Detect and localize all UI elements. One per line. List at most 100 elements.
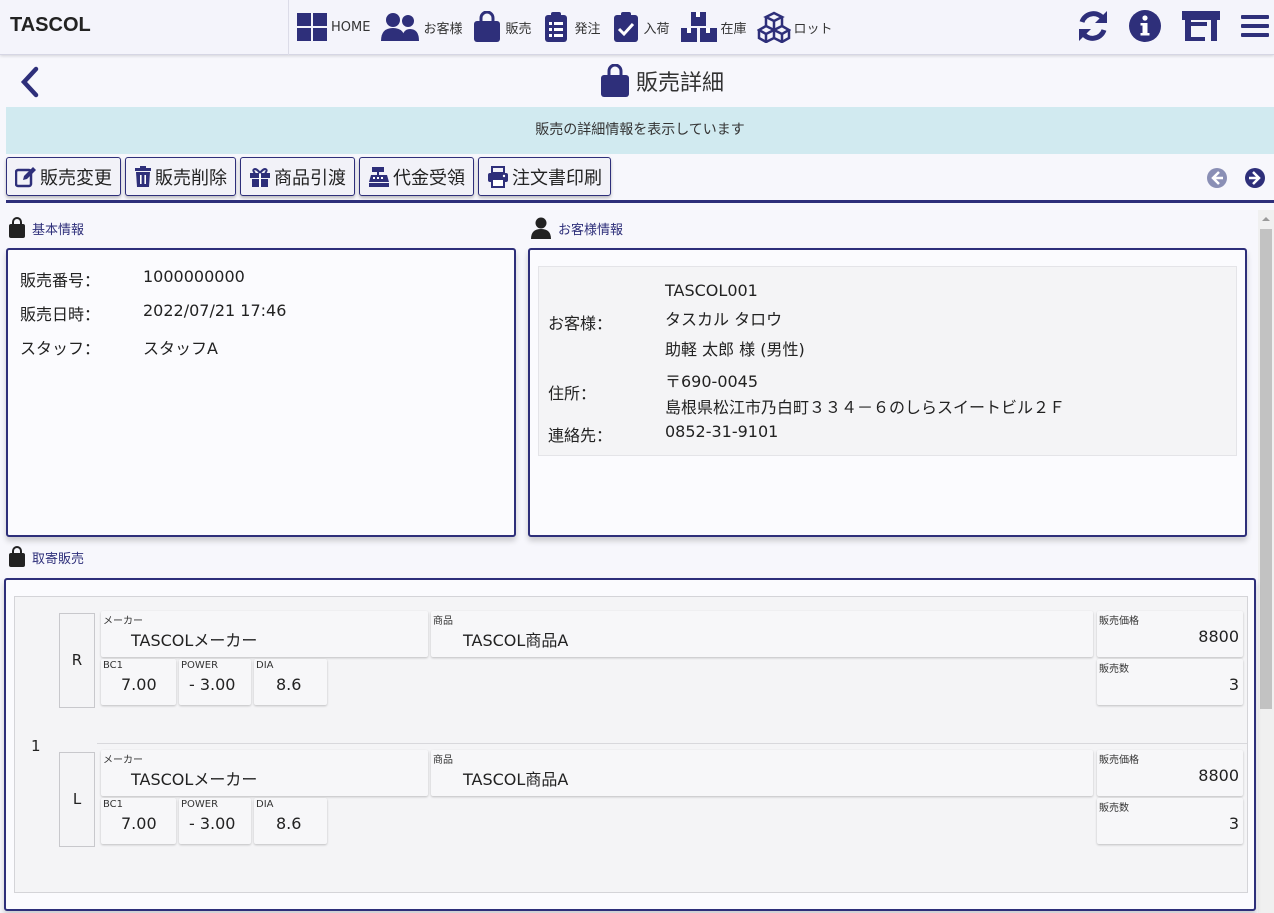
- staff-value: スタッフA: [143, 339, 218, 358]
- nav-customers[interactable]: お客様: [380, 12, 462, 42]
- basic-info-label: 基本情報: [32, 222, 85, 238]
- nav-label: 在庫: [720, 21, 747, 37]
- address-key: 住所：: [548, 384, 597, 403]
- nav-lots[interactable]: ロット: [756, 11, 833, 43]
- cash-register-icon: [369, 166, 389, 187]
- shopping-bag-icon: [9, 546, 25, 567]
- qty-value: 3: [1228, 675, 1239, 694]
- qty-label: 販売数: [1099, 803, 1129, 814]
- nav-sales[interactable]: 販売: [472, 11, 531, 43]
- main-nav: HOME お客様 販売 発注 入荷 在庫 ロット: [296, 10, 843, 44]
- price-value: 8800: [1198, 627, 1239, 646]
- maker-label: メーカー: [103, 755, 143, 766]
- power-field-left: POWER - 3.00: [179, 798, 251, 844]
- bc-value: 7.00: [121, 814, 157, 833]
- cubes-icon: [756, 11, 791, 43]
- nav-stock[interactable]: 在庫: [680, 11, 747, 43]
- price-label: 販売価格: [1099, 755, 1139, 766]
- nav-label: お客様: [423, 21, 463, 37]
- product-label: 商品: [433, 616, 453, 627]
- power-label: POWER: [181, 799, 219, 810]
- power-label: POWER: [181, 660, 219, 671]
- price-field-left: 販売価格 8800: [1097, 750, 1243, 796]
- payment-button[interactable]: 代金受領: [359, 157, 474, 196]
- customer-info-label: お客様情報: [558, 222, 624, 238]
- basic-info-heading: 基本情報: [8, 217, 84, 239]
- maker-value: TASCOLメーカー: [131, 631, 258, 650]
- side-right: R: [59, 613, 95, 708]
- store-button[interactable]: [1180, 8, 1222, 44]
- dia-field-right: DIA 8.6: [254, 659, 327, 705]
- payment-label: 代金受領: [393, 167, 465, 189]
- brand-divider: [288, 0, 289, 55]
- product-value: TASCOL商品A: [463, 770, 569, 789]
- shopping-bag-icon: [601, 64, 629, 97]
- customer-info-card: お客様： TASCOL001 タスカル タロウ 助軽 太郎 様 (男性) 住所：…: [528, 248, 1247, 537]
- record-pager: [1190, 167, 1266, 189]
- shopping-bag-icon: [474, 11, 501, 42]
- edit-icon: [15, 166, 36, 187]
- nav-label: ロット: [793, 21, 833, 37]
- nav-home[interactable]: HOME: [296, 12, 370, 42]
- trade-heading: 取寄販売: [8, 546, 84, 568]
- arrow-right-circle-icon: [1245, 168, 1265, 188]
- handover-button[interactable]: 商品引渡: [240, 157, 355, 196]
- scrollbar-thumb[interactable]: [1260, 229, 1272, 709]
- users-icon: [381, 13, 420, 41]
- page-title: 販売詳細: [600, 64, 724, 98]
- staff-key: スタッフ：: [20, 339, 101, 358]
- info-icon: [1129, 10, 1161, 42]
- page-title-text: 販売詳細: [636, 71, 725, 96]
- postal-code: 〒690-0045: [665, 372, 759, 391]
- menu-button[interactable]: [1240, 8, 1270, 44]
- action-toolbar: 販売変更 販売削除 商品引渡 代金受領 注文書印刷: [6, 157, 615, 196]
- bc-label: BC1: [103, 799, 124, 810]
- bc-value: 7.00: [121, 675, 157, 694]
- arrow-left-circle-icon: [1207, 168, 1227, 188]
- nav-label: 販売: [505, 21, 532, 37]
- dia-value: 8.6: [276, 675, 302, 694]
- edit-sale-button[interactable]: 販売変更: [6, 157, 121, 196]
- refresh-button[interactable]: [1076, 8, 1110, 44]
- qty-field-right: 販売数 3: [1097, 659, 1243, 705]
- delete-sale-label: 販売削除: [155, 167, 227, 189]
- chevron-left-icon: [20, 66, 39, 98]
- qty-field-left: 販売数 3: [1097, 798, 1243, 844]
- nav-arrivals[interactable]: 入荷: [611, 11, 670, 43]
- grid-icon: [297, 13, 327, 41]
- bc-label: BC1: [103, 660, 124, 671]
- dia-value: 8.6: [276, 814, 302, 833]
- customer-name: 助軽 太郎 様 (男性): [665, 340, 805, 359]
- power-value: - 3.00: [189, 675, 236, 694]
- customer-key: お客様：: [548, 314, 613, 333]
- top-actions: [1058, 8, 1270, 44]
- bc-field-left: BC1 7.00: [101, 798, 176, 844]
- nav-label: 発注: [574, 21, 601, 37]
- delete-sale-button[interactable]: 販売削除: [125, 157, 236, 196]
- refresh-icon: [1079, 11, 1107, 41]
- back-button[interactable]: [20, 66, 40, 98]
- nav-orders[interactable]: 発注: [541, 11, 601, 43]
- menu-icon: [1241, 15, 1269, 37]
- next-record-button[interactable]: [1244, 167, 1266, 189]
- maker-field-left: メーカー TASCOLメーカー: [101, 750, 428, 796]
- clipboard-list-icon: [545, 12, 568, 42]
- power-field-right: POWER - 3.00: [179, 659, 251, 705]
- bc-field-right: BC1 7.00: [101, 659, 176, 705]
- trade-item-panel: 1 R メーカー TASCOLメーカー 商品 TASCOL商品A 販売価格 88…: [14, 596, 1248, 893]
- product-value: TASCOL商品A: [463, 631, 569, 650]
- customer-detail-panel: お客様： TASCOL001 タスカル タロウ 助軽 太郎 様 (男性) 住所：…: [538, 266, 1237, 456]
- product-field-right: 商品 TASCOL商品A: [431, 611, 1093, 657]
- info-button[interactable]: [1128, 8, 1162, 44]
- trash-icon: [135, 165, 151, 187]
- toolbar-divider: [6, 200, 1274, 203]
- dia-label: DIA: [256, 799, 274, 810]
- sale-number-value: 1000000000: [143, 267, 245, 286]
- prev-record-button[interactable]: [1206, 167, 1228, 189]
- scroll-up-button[interactable]: [1258, 210, 1274, 227]
- trade-label: 取寄販売: [32, 551, 85, 567]
- customer-code[interactable]: TASCOL001: [665, 281, 758, 300]
- gift-icon: [250, 167, 270, 187]
- print-order-button[interactable]: 注文書印刷: [478, 157, 611, 196]
- app-brand[interactable]: TASCOL: [10, 14, 91, 37]
